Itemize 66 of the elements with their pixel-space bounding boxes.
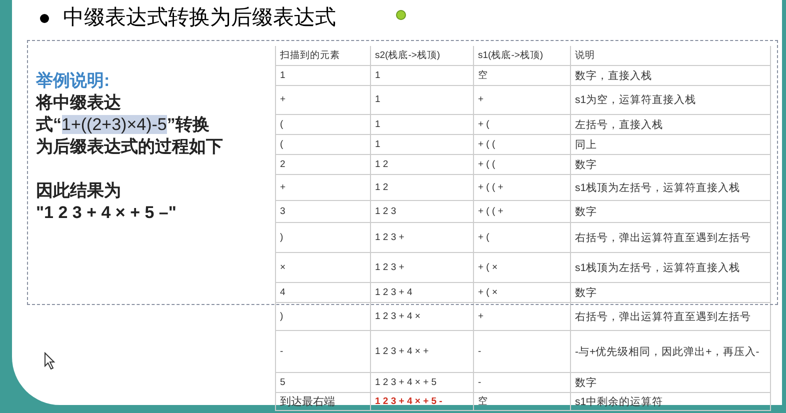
table-cell: 4 [276,283,371,303]
table-cell: 数字，直接入栈 [571,66,771,86]
column-header: s1(栈底->栈顶) [474,46,571,66]
table-cell: + ( [474,223,571,253]
table-cell: 右括号，弹出运算符直至遇到左括号 [571,223,771,253]
table-cell: ( [276,115,371,135]
table-cell: ) [276,303,371,331]
table-cell: + ( ( [474,135,571,155]
table-cell: -与+优先级相同，因此弹出+，再压入- [571,331,771,373]
table-cell: 1 2 3 + 4 [371,283,474,303]
table-cell: 数字 [571,155,771,175]
table-cell: 1 2 3 + [371,223,474,253]
table-cell: 1 [371,115,474,135]
table-cell: 数字 [571,373,771,393]
table-cell: s1栈顶为左括号，运算符直接入栈 [571,175,771,201]
table-cell: + ( ( + [474,201,571,223]
table-cell: - [474,331,571,373]
table-cell: ) [276,223,371,253]
table-cell: 空 [474,66,571,86]
table-cell: 1 2 3 [371,201,474,223]
table-cell: 空 [474,393,571,411]
table-cell: 1 2 3 + 4 × + 5 [371,373,474,393]
table-cell: - [276,331,371,373]
table-cell: × [276,253,371,283]
table-cell: 1 2 [371,155,474,175]
table-cell: 5 [276,373,371,393]
table-cell: + ( × [474,283,571,303]
table-cell: 到达最右端 [276,393,371,411]
column-header: s2(栈底->栈顶) [371,46,474,66]
table-cell: + ( × [474,253,571,283]
table-cell: + [474,303,571,331]
table-cell: 数字 [571,283,771,303]
column-header: 扫描到的元素 [276,46,371,66]
table-cell: 1 2 3 + [371,253,474,283]
table-cell: 1 [276,66,371,86]
table-cell: 1 [371,66,474,86]
table-cell: 1 2 3 + 4 × + 5 - [371,393,474,411]
table-cell: + ( ( + [474,175,571,201]
table-cell: ( [276,135,371,155]
table-cell: 数字 [571,201,771,223]
result-label: 因此结果为 [36,180,122,202]
table-cell: + [474,86,571,115]
table-cell: s1栈顶为左括号，运算符直接入栈 [571,253,771,283]
example-heading: 举例说明: [36,70,111,92]
table-cell: s1为空，运算符直接入栈 [571,86,771,115]
slide-title: 中缀表达式转换为后缀表达式 [63,5,336,31]
table-cell: + ( ( [474,155,571,175]
example-text: 将中缀表达式“1+((2+3)×4)-5”转换为后缀表达式的过程如下 [36,92,224,158]
table-cell: + ( [474,115,571,135]
table-cell: 左括号，直接入栈 [571,115,771,135]
table-cell: 1 2 3 + 4 × [371,303,474,331]
table-cell: + [276,175,371,201]
table-cell: 1 [371,135,474,155]
result-text: "1 2 3 + 4 × + 5 –" [36,202,178,224]
table-cell: 3 [276,201,371,223]
table-cell: s1中剩余的运算符 [571,393,771,411]
table-cell: + [276,86,371,115]
table-cell: 1 2 3 + 4 × + [371,331,474,373]
cursor-icon [44,352,56,370]
table-cell: 同上 [571,135,771,155]
table-cell: 1 2 [371,175,474,201]
table-cell: 1 [371,86,474,115]
table-cell: 2 [276,155,371,175]
table-cell: 右括号，弹出运算符直至遇到左括号 [571,303,771,331]
table-cell: - [474,373,571,393]
column-header: 说明 [571,46,771,66]
